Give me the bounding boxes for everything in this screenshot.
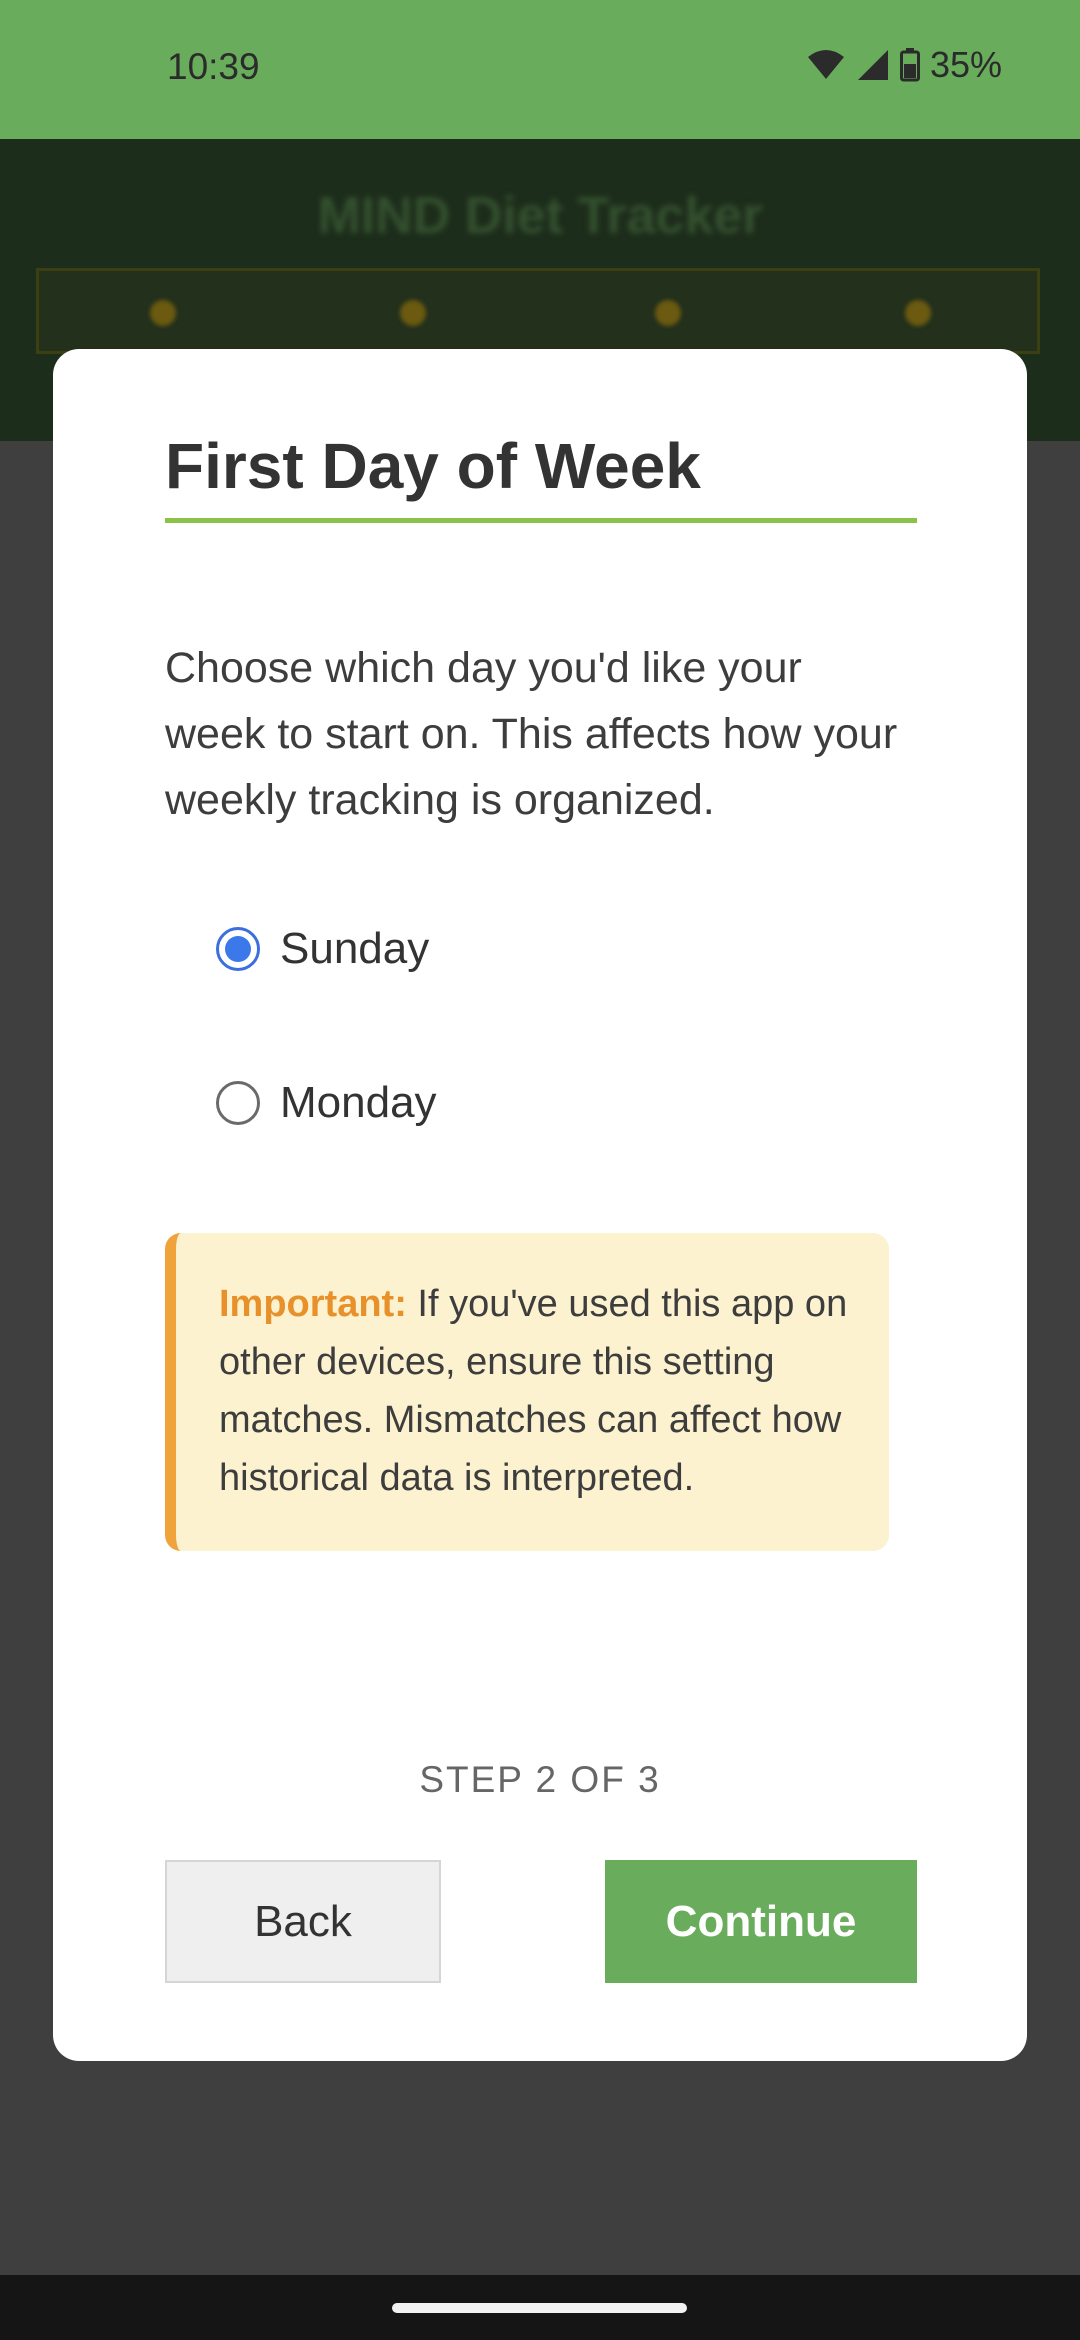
radio-option-sunday[interactable]: Sunday: [216, 914, 716, 984]
first-day-of-week-dialog: First Day of Week Choose which day you'd…: [53, 349, 1027, 2061]
app-tab-icon: [150, 300, 176, 326]
battery-percent: 35%: [929, 44, 1002, 85]
app-tab-icon: [400, 300, 426, 326]
back-button[interactable]: Back: [165, 1860, 441, 1983]
notice-label: Important:: [219, 1283, 407, 1325]
battery-icon: [899, 48, 920, 82]
dialog-description: Choose which day you'd like your week to…: [165, 644, 898, 824]
radio-option-monday[interactable]: Monday: [216, 1068, 716, 1138]
status-icons: 35%: [806, 44, 1002, 86]
home-gesture-handle[interactable]: [392, 2303, 687, 2313]
app-tab-bar: [36, 268, 1040, 354]
radio-button-monday[interactable]: [216, 1081, 260, 1125]
status-bar: 10:39 35%: [0, 0, 1080, 139]
app-tab-icon: [905, 300, 931, 326]
important-notice: Important: If you've used this app on ot…: [165, 1233, 889, 1551]
status-time: 10:39: [167, 46, 260, 87]
step-indicator: STEP 2 OF 3: [419, 1759, 661, 1800]
title-underline: [165, 518, 917, 523]
navigation-bar: [0, 2275, 1080, 2340]
radio-button-sunday[interactable]: [216, 927, 260, 971]
radio-label-sunday[interactable]: Sunday: [280, 924, 429, 974]
wifi-icon: [807, 50, 844, 79]
signal-icon: [857, 50, 888, 80]
dialog-title: First Day of Week: [165, 430, 701, 502]
radio-label-monday[interactable]: Monday: [280, 1078, 437, 1128]
app-tab-icon: [655, 300, 681, 326]
app-title: MIND Diet Tracker: [317, 187, 763, 245]
continue-button[interactable]: Continue: [605, 1860, 917, 1983]
